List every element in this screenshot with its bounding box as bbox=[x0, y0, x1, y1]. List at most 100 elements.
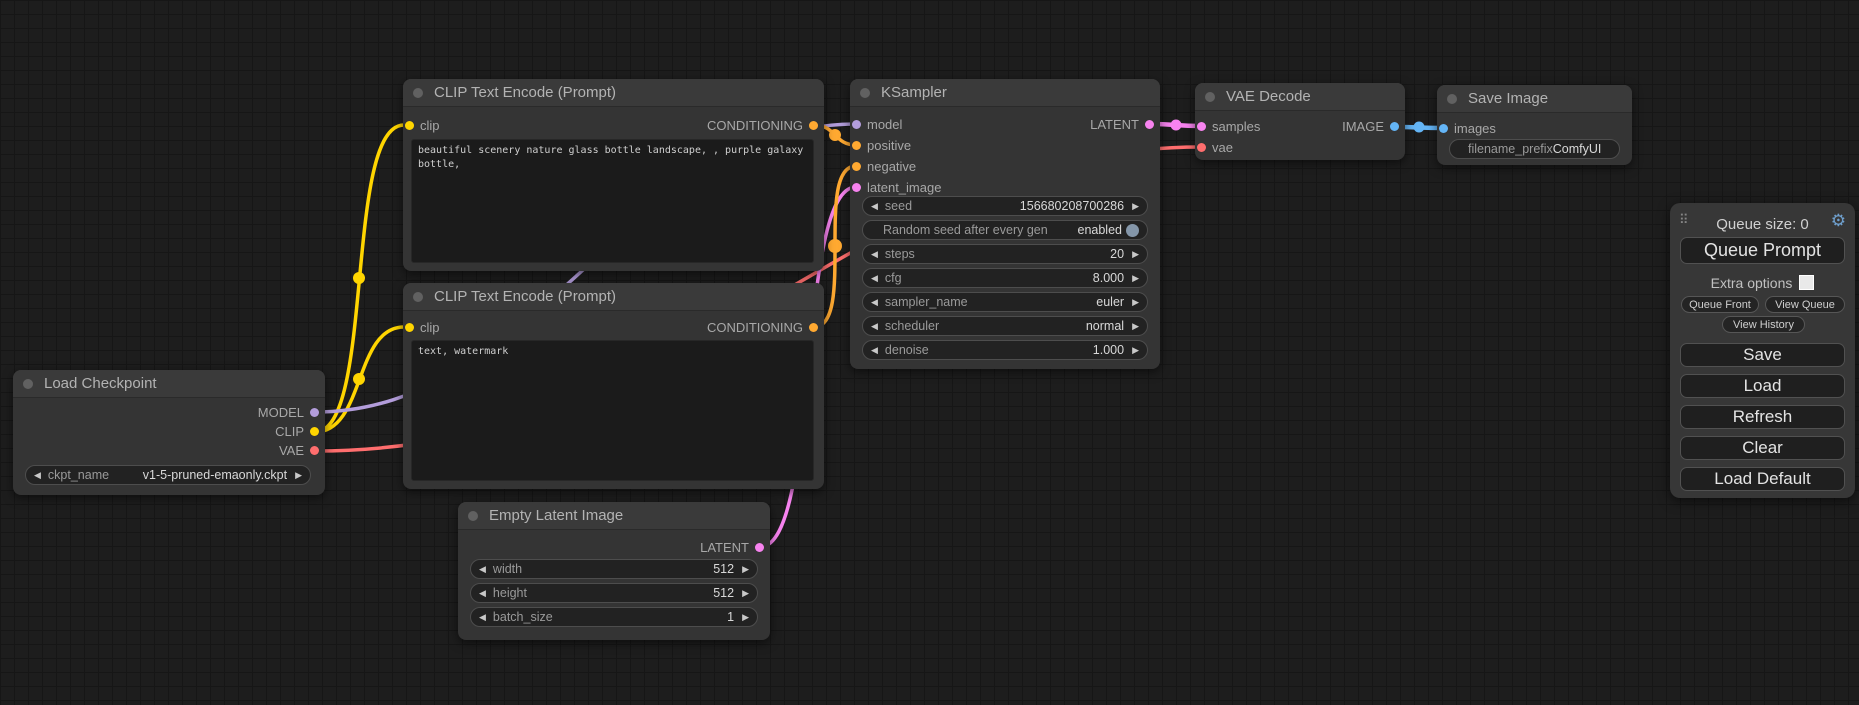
input-slot-model[interactable]: model bbox=[850, 115, 902, 133]
save-button[interactable]: Save bbox=[1680, 343, 1845, 367]
input-slot-positive[interactable]: positive bbox=[850, 136, 911, 154]
increment-arrow-icon[interactable]: ▶ bbox=[1132, 298, 1139, 307]
output-slot-vae[interactable]: VAE bbox=[279, 441, 325, 459]
view-history-button[interactable]: View History bbox=[1722, 316, 1805, 333]
output-slot-conditioning[interactable]: CONDITIONING bbox=[707, 116, 824, 134]
vae-input-dot[interactable] bbox=[1197, 143, 1206, 152]
output-slot-conditioning[interactable]: CONDITIONING bbox=[707, 318, 824, 336]
model-output-dot[interactable] bbox=[310, 408, 319, 417]
output-slot-model[interactable]: MODEL bbox=[258, 403, 325, 421]
widget-steps[interactable]: ◀ steps 20 ▶ bbox=[862, 244, 1148, 264]
queue-prompt-button[interactable]: Queue Prompt bbox=[1680, 237, 1845, 264]
widget-random-seed-toggle[interactable]: Random seed after every gen enabled bbox=[862, 220, 1148, 240]
clip-input-dot[interactable] bbox=[405, 121, 414, 130]
node-title-bar[interactable]: CLIP Text Encode (Prompt) bbox=[403, 283, 824, 311]
node-save-image[interactable]: Save Image images filename_prefix ComfyU… bbox=[1437, 85, 1632, 165]
output-slot-image[interactable]: IMAGE bbox=[1342, 117, 1405, 135]
node-title-bar[interactable]: Load Checkpoint bbox=[13, 370, 325, 398]
conditioning-output-dot[interactable] bbox=[809, 121, 818, 130]
increment-arrow-icon[interactable]: ▶ bbox=[1132, 346, 1139, 355]
negative-input-dot[interactable] bbox=[852, 162, 861, 171]
widget-seed[interactable]: ◀ seed 156680208700286 ▶ bbox=[862, 196, 1148, 216]
negative-prompt-textarea[interactable]: text, watermark bbox=[411, 340, 814, 481]
increment-arrow-icon[interactable]: ▶ bbox=[1132, 202, 1139, 211]
load-button[interactable]: Load bbox=[1680, 374, 1845, 398]
input-slot-samples[interactable]: samples bbox=[1195, 117, 1260, 135]
model-input-dot[interactable] bbox=[852, 120, 861, 129]
clear-button[interactable]: Clear bbox=[1680, 436, 1845, 460]
input-slot-negative[interactable]: negative bbox=[850, 157, 916, 175]
node-graph-canvas[interactable]: Load Checkpoint MODEL CLIP VAE ◀ ckpt_na… bbox=[0, 0, 1859, 705]
random-seed-value: enabled bbox=[1078, 223, 1123, 237]
decrement-arrow-icon[interactable]: ◀ bbox=[871, 274, 878, 283]
decrement-arrow-icon[interactable]: ◀ bbox=[479, 565, 486, 574]
image-output-dot[interactable] bbox=[1390, 122, 1399, 131]
widget-ckpt-name[interactable]: ◀ ckpt_name v1-5-pruned-emaonly.ckpt ▶ bbox=[25, 465, 311, 485]
decrement-arrow-icon[interactable]: ◀ bbox=[479, 589, 486, 598]
increment-arrow-icon[interactable]: ▶ bbox=[742, 613, 749, 622]
node-title-bar[interactable]: Save Image bbox=[1437, 85, 1632, 113]
decrement-arrow-icon[interactable]: ◀ bbox=[871, 298, 878, 307]
node-clip-text-encode-negative[interactable]: CLIP Text Encode (Prompt) clip CONDITION… bbox=[403, 283, 824, 489]
input-slot-clip[interactable]: clip bbox=[403, 318, 440, 336]
view-queue-button[interactable]: View Queue bbox=[1765, 296, 1845, 313]
input-slot-latent-image[interactable]: latent_image bbox=[850, 178, 941, 196]
widget-height[interactable]: ◀ height 512 ▶ bbox=[470, 583, 758, 603]
input-slot-images[interactable]: images bbox=[1437, 119, 1496, 137]
refresh-button[interactable]: Refresh bbox=[1680, 405, 1845, 429]
output-slot-clip[interactable]: CLIP bbox=[275, 422, 325, 440]
node-status-dot bbox=[860, 88, 870, 98]
link-dot bbox=[353, 272, 365, 284]
vae-output-dot[interactable] bbox=[310, 446, 319, 455]
images-input-dot[interactable] bbox=[1439, 124, 1448, 133]
conditioning-output-dot[interactable] bbox=[809, 323, 818, 332]
decrement-arrow-icon[interactable]: ◀ bbox=[871, 250, 878, 259]
positive-prompt-textarea[interactable]: beautiful scenery nature glass bottle la… bbox=[411, 139, 814, 263]
clip-input-dot[interactable] bbox=[405, 323, 414, 332]
widget-denoise[interactable]: ◀ denoise 1.000 ▶ bbox=[862, 340, 1148, 360]
increment-arrow-icon[interactable]: ▶ bbox=[742, 565, 749, 574]
increment-arrow-icon[interactable]: ▶ bbox=[1132, 322, 1139, 331]
increment-arrow-icon[interactable]: ▶ bbox=[742, 589, 749, 598]
samples-input-dot[interactable] bbox=[1197, 122, 1206, 131]
output-slot-latent[interactable]: LATENT bbox=[700, 538, 770, 556]
widget-scheduler[interactable]: ◀ scheduler normal ▶ bbox=[862, 316, 1148, 336]
node-title: Save Image bbox=[1468, 90, 1548, 107]
node-title: CLIP Text Encode (Prompt) bbox=[434, 84, 616, 101]
decrement-arrow-icon[interactable]: ◀ bbox=[871, 346, 878, 355]
node-clip-text-encode-positive[interactable]: CLIP Text Encode (Prompt) clip CONDITION… bbox=[403, 79, 824, 271]
node-title-bar[interactable]: Empty Latent Image bbox=[458, 502, 770, 530]
increment-arrow-icon[interactable]: ▶ bbox=[1132, 274, 1139, 283]
output-slot-latent[interactable]: LATENT bbox=[1090, 115, 1160, 133]
node-ksampler[interactable]: KSampler model positive negative latent_… bbox=[850, 79, 1160, 369]
widget-filename-prefix[interactable]: filename_prefix ComfyUI bbox=[1449, 139, 1620, 159]
widget-cfg[interactable]: ◀ cfg 8.000 ▶ bbox=[862, 268, 1148, 288]
decrement-arrow-icon[interactable]: ◀ bbox=[34, 471, 41, 480]
node-load-checkpoint[interactable]: Load Checkpoint MODEL CLIP VAE ◀ ckpt_na… bbox=[13, 370, 325, 495]
toggle-knob[interactable] bbox=[1126, 224, 1139, 237]
widget-batch-size[interactable]: ◀ batch_size 1 ▶ bbox=[470, 607, 758, 627]
node-title-bar[interactable]: CLIP Text Encode (Prompt) bbox=[403, 79, 824, 107]
input-slot-clip[interactable]: clip bbox=[403, 116, 440, 134]
load-default-button[interactable]: Load Default bbox=[1680, 467, 1845, 491]
input-slot-vae[interactable]: vae bbox=[1195, 138, 1233, 156]
increment-arrow-icon[interactable]: ▶ bbox=[295, 471, 302, 480]
node-vae-decode[interactable]: VAE Decode samples vae IMAGE bbox=[1195, 83, 1405, 160]
widget-width[interactable]: ◀ width 512 ▶ bbox=[470, 559, 758, 579]
node-empty-latent-image[interactable]: Empty Latent Image LATENT ◀ width 512 ▶ … bbox=[458, 502, 770, 640]
decrement-arrow-icon[interactable]: ◀ bbox=[871, 202, 878, 211]
clip-output-dot[interactable] bbox=[310, 427, 319, 436]
queue-front-button[interactable]: Queue Front bbox=[1681, 296, 1759, 313]
decrement-arrow-icon[interactable]: ◀ bbox=[871, 322, 878, 331]
widget-sampler-name[interactable]: ◀ sampler_name euler ▶ bbox=[862, 292, 1148, 312]
node-title-bar[interactable]: VAE Decode bbox=[1195, 83, 1405, 111]
settings-gear-icon[interactable]: ⚙ bbox=[1831, 211, 1846, 231]
increment-arrow-icon[interactable]: ▶ bbox=[1132, 250, 1139, 259]
node-title-bar[interactable]: KSampler bbox=[850, 79, 1160, 107]
extra-options-checkbox[interactable] bbox=[1799, 275, 1814, 290]
latent-output-dot[interactable] bbox=[755, 543, 764, 552]
positive-input-dot[interactable] bbox=[852, 141, 861, 150]
latent-input-dot[interactable] bbox=[852, 183, 861, 192]
decrement-arrow-icon[interactable]: ◀ bbox=[479, 613, 486, 622]
latent-output-dot[interactable] bbox=[1145, 120, 1154, 129]
